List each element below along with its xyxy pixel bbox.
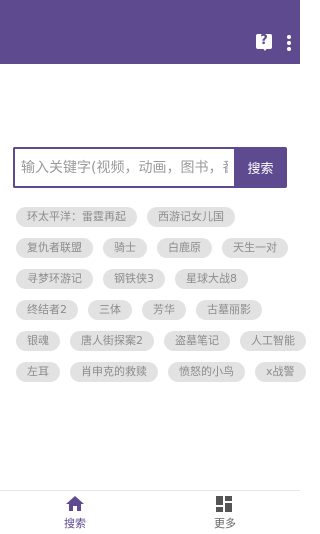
tag-chip[interactable]: 肖申克的救赎 [70,362,158,382]
tag-chip[interactable]: x战警 [255,362,306,382]
bottom-navigation: 搜索 更多 [0,490,300,534]
nav-label-more: 更多 [214,517,236,530]
more-dot [287,47,291,51]
help-icon[interactable]: ? [256,33,272,52]
tag-chip[interactable]: 左耳 [16,362,60,382]
home-icon [66,496,84,512]
grid-icon-block [225,496,232,501]
tag-chip[interactable]: 寻梦环游记 [16,269,93,289]
more-dot [287,35,291,39]
tag-chip[interactable]: 白鹿原 [157,238,212,258]
app-root: ? 搜索 环太平洋：雷霆再起 西游记女儿国 复仇者联盟 骑士 白鹿原 天生一对 … [0,0,306,534]
tag-row: 寻梦环游记 钢铁侠3 星球大战8 [16,269,288,289]
grid-icon-block [225,503,232,512]
tag-chip[interactable]: 人工智能 [240,331,306,351]
appbar-actions: ? [256,33,292,52]
tag-chip[interactable]: 环太平洋：雷霆再起 [16,207,137,227]
tag-row: 终结者2 三体 芳华 古墓丽影 [16,300,288,320]
tag-chip[interactable]: 西游记女儿国 [147,207,235,227]
tag-row: 银魂 唐人街探案2 盗墓笔记 人工智能 [16,331,306,351]
tag-chip[interactable]: 终结者2 [16,300,78,320]
hot-tags: 环太平洋：雷霆再起 西游记女儿国 复仇者联盟 骑士 白鹿原 天生一对 寻梦环游记… [16,207,306,393]
nav-item-more[interactable]: 更多 [150,491,300,534]
tag-chip[interactable]: 三体 [88,300,132,320]
nav-item-search[interactable]: 搜索 [0,491,150,534]
tag-chip[interactable]: 复仇者联盟 [16,238,93,258]
tag-chip[interactable]: 唐人街探案2 [70,331,154,351]
top-app-bar: ? [0,0,300,64]
home-icon-door [73,506,77,511]
tag-chip[interactable]: 芳华 [142,300,186,320]
grid-icon [216,496,234,512]
tag-chip[interactable]: 古墓丽影 [196,300,262,320]
tag-chip[interactable]: 天生一对 [222,238,288,258]
tag-chip[interactable]: 钢铁侠3 [103,269,165,289]
help-icon-glyph: ? [260,33,268,48]
more-options-icon[interactable] [286,35,292,51]
search-button[interactable]: 搜索 [234,147,287,188]
search-input[interactable] [13,147,234,188]
search-bar: 搜索 [13,147,287,188]
tag-chip[interactable]: 星球大战8 [175,269,248,289]
more-dot [287,41,291,45]
tag-chip[interactable]: 盗墓笔记 [164,331,230,351]
tag-chip[interactable]: 骑士 [103,238,147,258]
tag-row: 复仇者联盟 骑士 白鹿原 天生一对 [16,238,288,258]
nav-label-search: 搜索 [64,517,86,530]
grid-icon-block [216,507,223,512]
tag-row: 环太平洋：雷霆再起 西游记女儿国 [16,207,288,227]
grid-icon-block [216,496,223,505]
tag-chip[interactable]: 愤怒的小鸟 [168,362,245,382]
tag-row: 左耳 肖申克的救赎 愤怒的小鸟 x战警 [16,362,306,382]
tag-chip[interactable]: 银魂 [16,331,60,351]
